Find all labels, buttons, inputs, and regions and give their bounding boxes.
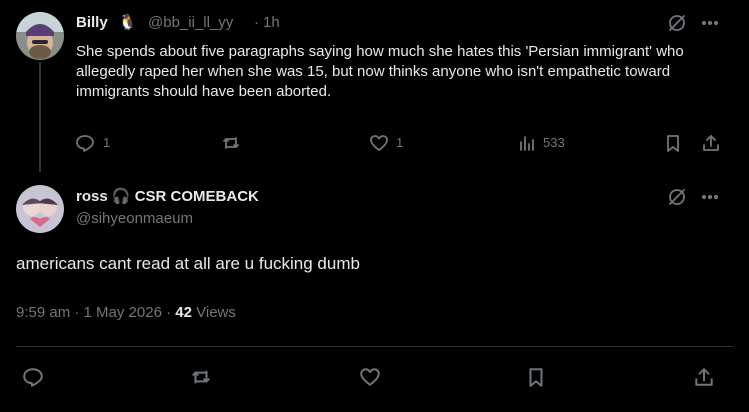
reply-author-name[interactable]: ross 🎧 CSR COMEBACK — [76, 187, 259, 205]
views-icon[interactable] — [516, 132, 538, 154]
meta-separator: · — [166, 304, 172, 321]
reply-icon-main[interactable] — [20, 364, 46, 390]
more-icon[interactable] — [699, 12, 721, 34]
views-count: 533 — [543, 135, 565, 150]
like-count: 1 — [396, 135, 404, 150]
post-text: She spends about five paragraphs saying … — [76, 43, 684, 100]
reply-meta: 9:59 am · 1 May 2026 · 42 Views — [16, 304, 236, 321]
reply-author-handle[interactable]: @sihyeonmaeum — [76, 210, 193, 227]
reply-icon[interactable] — [74, 132, 96, 154]
bookmark-icon-main[interactable] — [523, 364, 549, 390]
reply-text: americans cant read at all are u fucking… — [16, 254, 360, 273]
grok-icon-reply[interactable] — [666, 186, 688, 208]
heart-icon-main[interactable] — [357, 364, 383, 390]
share-icon[interactable] — [700, 132, 722, 154]
retweet-icon[interactable] — [220, 132, 242, 154]
time-separator: · — [254, 14, 259, 31]
reply-timestamp[interactable]: 9:59 am · 1 May 2026 — [16, 304, 162, 321]
reply-count: 1 — [103, 135, 111, 150]
reply-views-count: 42 — [175, 304, 192, 321]
bookmark-icon[interactable] — [662, 132, 684, 154]
heart-icon[interactable] — [368, 132, 390, 154]
avatar-billy[interactable] — [16, 12, 64, 60]
post-time[interactable]: 1h — [263, 14, 280, 31]
avatar-ross[interactable] — [16, 185, 64, 233]
divider — [16, 346, 733, 347]
thread-line — [39, 62, 41, 172]
author-handle[interactable]: @bb_ii_ll_yy — [148, 14, 233, 31]
reply-views-label: Views — [196, 304, 236, 321]
author-emoji: 🐧 — [118, 14, 137, 31]
share-icon-main[interactable] — [691, 364, 717, 390]
grok-icon[interactable] — [666, 12, 688, 34]
retweet-icon-main[interactable] — [188, 364, 214, 390]
author-name[interactable]: Billy — [76, 14, 108, 31]
more-icon-reply[interactable] — [699, 186, 721, 208]
